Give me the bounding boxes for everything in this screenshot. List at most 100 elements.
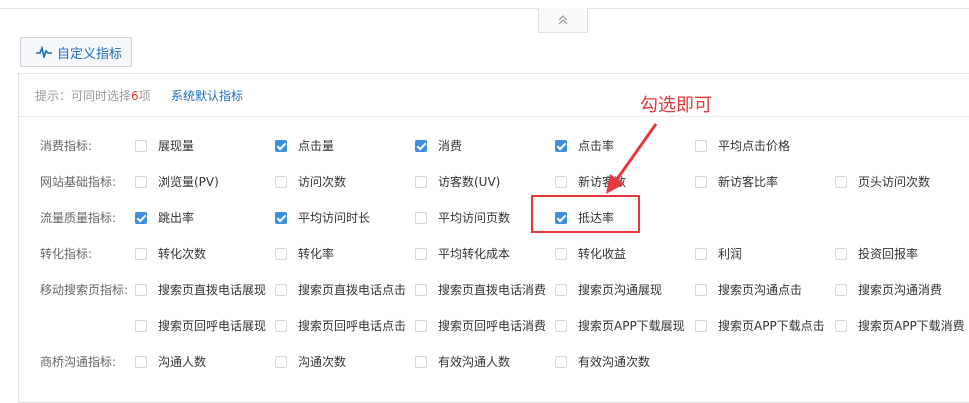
metric-checkbox[interactable]	[835, 319, 847, 332]
metric-option[interactable]: 平均访问时长	[275, 209, 370, 226]
metric-option[interactable]: 转化率	[275, 245, 334, 262]
metric-label: 页头访问次数	[858, 175, 931, 189]
metric-option[interactable]: 转化收益	[555, 245, 626, 262]
metric-checkbox[interactable]	[555, 175, 567, 188]
metric-checkbox[interactable]	[415, 319, 427, 332]
custom-metrics-label: 自定义指标	[57, 46, 123, 62]
metric-option[interactable]: 搜索页APP下载消费	[835, 317, 965, 334]
metric-label: 搜索页APP下载展现	[578, 319, 685, 333]
metric-label: 点击率	[578, 139, 615, 153]
metric-label: 转化率	[298, 247, 335, 261]
metric-option[interactable]: 搜索页回呼电话消费	[415, 317, 546, 334]
pulse-icon	[36, 46, 52, 58]
metric-option[interactable]: 沟通人数	[135, 353, 206, 370]
metric-checkbox[interactable]	[275, 175, 287, 188]
metric-checkbox[interactable]	[135, 247, 147, 260]
metric-label: 有效沟通次数	[578, 355, 651, 369]
metric-label: 搜索页回呼电话消费	[438, 319, 547, 333]
metric-checkbox[interactable]	[695, 139, 707, 152]
metric-checkbox[interactable]	[275, 211, 287, 224]
metric-checkbox[interactable]	[695, 175, 707, 188]
metric-label: 消费	[438, 139, 463, 153]
metric-option[interactable]: 跳出率	[135, 209, 194, 226]
selection-hint: 提示：可同时选择6项	[35, 87, 151, 104]
metric-option[interactable]: 新访客比率	[695, 173, 778, 190]
metric-option[interactable]: 沟通次数	[275, 353, 346, 370]
metric-checkbox[interactable]	[275, 247, 287, 260]
metric-option[interactable]: 访客数(UV)	[415, 173, 500, 190]
metric-option[interactable]: 平均转化成本	[415, 245, 510, 262]
metric-checkbox[interactable]	[415, 247, 427, 260]
metric-checkbox[interactable]	[415, 175, 427, 188]
metric-option[interactable]: 搜索页APP下载点击	[695, 317, 825, 334]
metric-checkbox[interactable]	[415, 211, 427, 224]
metric-checkbox[interactable]	[135, 139, 147, 152]
custom-metrics-button[interactable]: 自定义指标	[20, 37, 132, 67]
metric-option[interactable]: 利润	[695, 245, 742, 262]
metric-checkbox[interactable]	[415, 283, 427, 296]
metric-option[interactable]: 页头访问次数	[835, 173, 930, 190]
metric-checkbox[interactable]	[555, 319, 567, 332]
metric-option[interactable]: 平均点击价格	[695, 137, 790, 154]
hint-suffix: 项	[138, 89, 151, 103]
metric-option[interactable]: 搜索页回呼电话展现	[135, 317, 266, 334]
metric-option[interactable]: 投资回报率	[835, 245, 918, 262]
metric-label: 新访客数	[578, 175, 627, 189]
metric-label: 转化收益	[578, 247, 627, 261]
metric-checkbox[interactable]	[275, 283, 287, 296]
row-label: 转化指标:	[40, 247, 93, 261]
metric-checkbox[interactable]	[835, 247, 847, 260]
metric-option[interactable]: 搜索页直拨电话消费	[415, 281, 546, 298]
metric-label: 展现量	[158, 139, 195, 153]
metric-option[interactable]: 搜索页回呼电话点击	[275, 317, 406, 334]
metric-option[interactable]: 搜索页APP下载展现	[555, 317, 685, 334]
metric-label: 平均点击价格	[718, 139, 791, 153]
metric-checkbox[interactable]	[695, 319, 707, 332]
metric-option[interactable]: 新访客数	[555, 173, 626, 190]
metric-label: 沟通人数	[158, 355, 207, 369]
metric-checkbox[interactable]	[555, 139, 567, 152]
metric-label: 访客数(UV)	[438, 175, 501, 189]
metric-option[interactable]: 浏览量(PV)	[135, 173, 219, 190]
metric-checkbox[interactable]	[555, 355, 567, 368]
metric-checkbox[interactable]	[555, 283, 567, 296]
metric-option[interactable]: 展现量	[135, 137, 194, 154]
metric-option[interactable]: 有效沟通次数	[555, 353, 650, 370]
metric-label: 搜索页沟通点击	[718, 283, 803, 297]
metric-option[interactable]: 消费	[415, 137, 462, 154]
metric-checkbox[interactable]	[695, 283, 707, 296]
chevron-up-double-icon	[558, 15, 568, 25]
metric-checkbox[interactable]	[695, 247, 707, 260]
metric-label: 平均转化成本	[438, 247, 511, 261]
metric-option[interactable]: 搜索页直拨电话展现	[135, 281, 266, 298]
metric-option[interactable]: 搜索页沟通点击	[695, 281, 802, 298]
collapse-toggle[interactable]	[538, 8, 588, 33]
metric-checkbox[interactable]	[135, 319, 147, 332]
metric-option[interactable]: 搜索页直拨电话点击	[275, 281, 406, 298]
metric-checkbox[interactable]	[555, 247, 567, 260]
metric-checkbox[interactable]	[275, 139, 287, 152]
metric-option[interactable]: 点击量	[275, 137, 334, 154]
metric-option[interactable]: 访问次数	[275, 173, 346, 190]
metric-checkbox[interactable]	[415, 139, 427, 152]
metric-checkbox[interactable]	[835, 283, 847, 296]
metric-checkbox[interactable]	[415, 355, 427, 368]
metric-option[interactable]: 搜索页沟通展现	[555, 281, 662, 298]
hint-prefix: 提示：可同时选择	[35, 89, 132, 103]
row-label: 网站基础指标:	[40, 175, 117, 189]
metric-checkbox[interactable]	[275, 319, 287, 332]
metric-option[interactable]: 点击率	[555, 137, 614, 154]
metric-checkbox[interactable]	[135, 355, 147, 368]
system-default-metrics-link[interactable]: 系统默认指标	[171, 87, 243, 104]
metric-checkbox[interactable]	[135, 211, 147, 224]
metric-option[interactable]: 搜索页沟通消费	[835, 281, 942, 298]
metric-checkbox[interactable]	[135, 175, 147, 188]
metric-option[interactable]: 有效沟通人数	[415, 353, 510, 370]
metric-option[interactable]: 转化次数	[135, 245, 206, 262]
metric-option[interactable]: 平均访问页数	[415, 209, 510, 226]
hint-count: 6	[131, 89, 139, 103]
metric-checkbox[interactable]	[835, 175, 847, 188]
metric-label: 搜索页直拨电话展现	[158, 283, 267, 297]
metric-checkbox[interactable]	[135, 283, 147, 296]
metric-checkbox[interactable]	[275, 355, 287, 368]
